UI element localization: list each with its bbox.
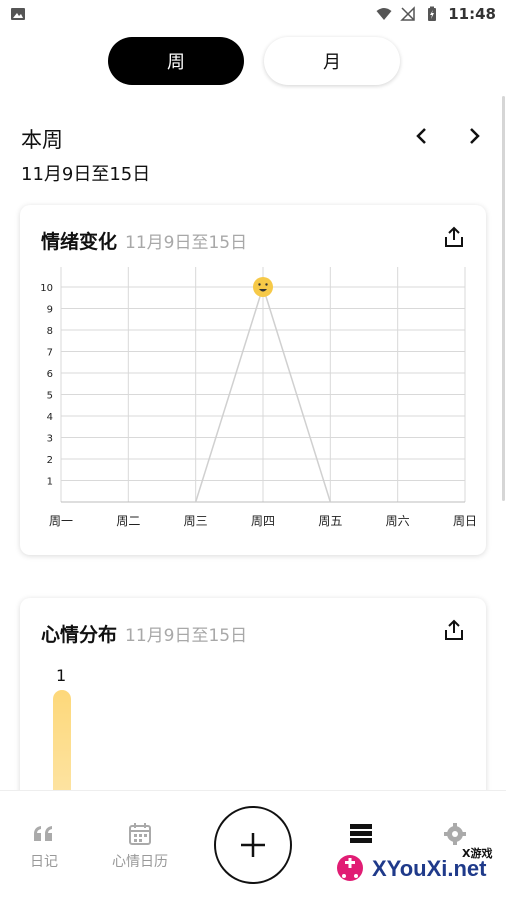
y-tick-label: 2 xyxy=(47,455,53,466)
y-tick-label: 6 xyxy=(47,369,53,380)
mood-trend-card: 情绪变化 11月9日至15日 1 2 3 4 5 6 7 8 9 10 周一 周二 周三 周四 周五 周六 周日 xyxy=(20,205,486,555)
quote-icon xyxy=(34,826,52,841)
no-signal-icon xyxy=(400,6,415,21)
image-notification-icon xyxy=(11,8,25,20)
card-header: 心情分布 11月9日至15日 xyxy=(41,620,247,647)
x-tick-label: 周三 xyxy=(184,514,208,528)
nav-diary[interactable]: 日记 xyxy=(30,821,58,871)
x-tick-label: 周日 xyxy=(453,514,477,528)
scrollbar[interactable] xyxy=(502,96,505,501)
plus-icon xyxy=(241,833,265,857)
card-title: 心情分布 xyxy=(41,624,118,646)
share-icon[interactable] xyxy=(442,618,466,642)
card-subtitle: 11月9日至15日 xyxy=(125,626,248,646)
calendar-icon xyxy=(129,823,151,845)
period-title: 本周 xyxy=(21,128,63,152)
status-bar: 11:48 xyxy=(0,0,506,28)
y-tick-label: 9 xyxy=(47,305,53,316)
chevron-left-icon[interactable] xyxy=(410,124,434,148)
nav-calendar-label: 心情日历 xyxy=(112,854,168,870)
distribution-value-label: 1 xyxy=(56,666,67,685)
period-nav xyxy=(410,124,486,148)
clock: 11:48 xyxy=(448,5,496,23)
x-tick-label: 周六 xyxy=(386,514,410,528)
wifi-icon xyxy=(376,8,392,20)
battery-charging-icon xyxy=(428,6,437,21)
period-range: 11月9日至15日 xyxy=(21,164,151,185)
nav-mood-calendar[interactable]: 心情日历 xyxy=(112,821,168,871)
tab-week[interactable]: 周 xyxy=(108,37,244,85)
y-tick-label: 4 xyxy=(47,412,53,423)
period-toggle: 周 月 xyxy=(108,37,400,85)
x-tick-label: 周五 xyxy=(318,514,342,528)
x-tick-label: 周四 xyxy=(251,514,275,528)
watermark-tag: X游戏 xyxy=(462,847,493,860)
y-tick-label: 10 xyxy=(40,283,53,294)
nav-diary-label: 日记 xyxy=(30,854,58,870)
y-tick-label: 1 xyxy=(47,477,53,488)
tab-month[interactable]: 月 xyxy=(264,37,400,85)
y-tick-label: 7 xyxy=(47,348,53,359)
smiley-marker xyxy=(253,277,273,297)
chevron-right-icon[interactable] xyxy=(462,124,486,148)
y-tick-label: 8 xyxy=(47,326,53,337)
mood-trend-chart: 1 2 3 4 5 6 7 8 9 10 周一 周二 周三 周四 周五 周六 周日 xyxy=(40,267,477,528)
x-tick-label: 周二 xyxy=(116,514,140,528)
add-entry-button[interactable] xyxy=(214,806,292,884)
y-tick-label: 3 xyxy=(47,434,53,445)
y-tick-label: 5 xyxy=(47,391,53,402)
x-tick-label: 周一 xyxy=(49,514,73,528)
